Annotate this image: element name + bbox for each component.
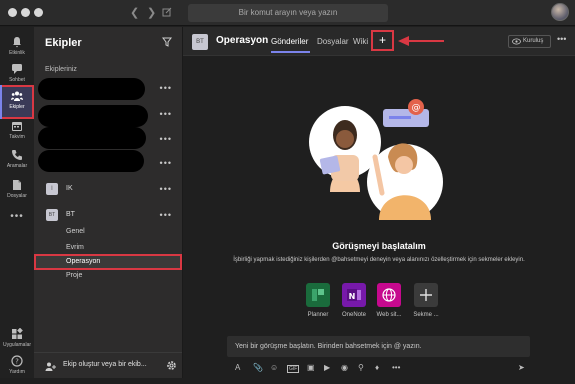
sidebar-title: Ekipler xyxy=(45,37,82,49)
welcome-illustration: @ xyxy=(309,99,443,220)
rail-item-teams[interactable]: Ekipler xyxy=(0,85,34,119)
channel-item-operasyon-selected[interactable] xyxy=(34,254,182,270)
channel-item-proje[interactable]: Proje xyxy=(66,272,82,279)
team-more-icon[interactable]: ••• xyxy=(160,158,172,168)
section-label: Ekipleriniz xyxy=(45,66,77,73)
teams-icon xyxy=(11,91,23,101)
rail-item-help[interactable]: ? Yardım xyxy=(0,350,34,384)
send-icon[interactable]: ➤ xyxy=(518,363,525,372)
rail-label: Sohbet xyxy=(9,77,25,83)
rail-item-calls[interactable]: Aramalar xyxy=(0,144,34,178)
gear-icon[interactable] xyxy=(166,360,177,371)
more-options-icon[interactable]: ••• xyxy=(392,363,400,372)
team-more-icon[interactable]: ••• xyxy=(160,83,172,93)
welcome-title: Görüşmeyi başlatalım xyxy=(332,241,426,251)
emoji-icon[interactable]: ☺ xyxy=(270,363,278,372)
praise-icon[interactable]: ♦ xyxy=(375,363,379,372)
rail-label: Ekipler xyxy=(9,104,25,110)
gif-icon[interactable]: GIF xyxy=(287,365,300,373)
team-name: BT xyxy=(66,211,75,218)
team-avatar: İ xyxy=(46,183,58,195)
more-apps-button[interactable]: ••• xyxy=(0,205,34,239)
search-input[interactable]: Bir komut arayın veya yazın xyxy=(188,4,388,22)
file-icon xyxy=(13,180,21,190)
rail-label: Dosyalar xyxy=(7,193,27,199)
eye-icon xyxy=(512,38,521,45)
chat-icon xyxy=(12,64,22,74)
svg-text:?: ? xyxy=(15,358,19,366)
stream-icon[interactable]: ◉ xyxy=(341,363,348,372)
redacted-team[interactable] xyxy=(38,78,145,100)
onenote-icon: N xyxy=(342,283,366,307)
create-team-label: Ekip oluştur veya bir ekib... xyxy=(63,361,147,368)
compose-box[interactable]: Yeni bir görüşme başlatın. Birinden bahs… xyxy=(227,336,530,357)
rail-label: Uygulamalar xyxy=(2,342,32,348)
team-more-icon[interactable]: ••• xyxy=(160,134,172,144)
bell-icon xyxy=(13,37,21,48)
help-icon: ? xyxy=(11,355,23,367)
app-label: Web sit... xyxy=(376,312,402,318)
team-name: IK xyxy=(66,185,73,192)
sticker-icon[interactable]: ▣ xyxy=(307,363,315,372)
title-bar: ❮ ❯ Bir komut arayın veya yazın xyxy=(0,0,575,26)
channel-item-evrim[interactable]: Evrim xyxy=(66,244,84,251)
app-label: Sekme ... xyxy=(413,312,439,318)
team-more-icon[interactable]: ••• xyxy=(160,184,172,194)
tab-wiki[interactable]: Wiki xyxy=(353,37,368,46)
compose-icon[interactable] xyxy=(162,7,172,17)
team-avatar: BT xyxy=(46,209,58,221)
app-label: Planner xyxy=(307,312,329,318)
close-window-button[interactable] xyxy=(8,8,17,17)
tab-posts[interactable]: Gönderiler xyxy=(271,37,308,46)
format-icon[interactable]: A xyxy=(235,363,240,372)
channel-header: BT Operasyon Gönderiler Dosyalar Wiki + … xyxy=(183,27,575,56)
minimize-window-button[interactable] xyxy=(21,8,30,17)
add-tab-button[interactable]: + xyxy=(371,30,394,51)
filter-icon[interactable] xyxy=(162,37,172,47)
redacted-team[interactable] xyxy=(38,105,148,127)
team-more-icon[interactable]: ••• xyxy=(160,210,172,220)
arrow-annotation-icon xyxy=(398,36,444,46)
rail-label: Yardım xyxy=(9,369,25,375)
attach-icon[interactable]: 📎 xyxy=(253,363,263,372)
planner-icon xyxy=(306,283,330,307)
channel-more-icon[interactable]: ••• xyxy=(557,34,566,44)
globe-icon xyxy=(377,283,401,307)
lightbulb-icon[interactable]: ⚲ xyxy=(358,363,364,372)
channel-item-genel[interactable]: Genel xyxy=(66,228,85,235)
meet-label: Kuruluş xyxy=(523,38,544,44)
more-apps-icon: ••• xyxy=(10,211,24,222)
app-rail: Etkinlik Sohbet Ekipler Takvim Aramalar … xyxy=(0,27,34,378)
join-team-icon xyxy=(45,362,56,371)
tab-files[interactable]: Dosyalar xyxy=(317,37,349,46)
calendar-icon xyxy=(12,122,22,131)
teams-sidebar: Ekipler Ekipleriniz ••• ••• ••• ••• İ IK… xyxy=(34,27,183,378)
channel-view: BT Operasyon Gönderiler Dosyalar Wiki + … xyxy=(183,27,575,378)
svg-text:N: N xyxy=(349,292,356,301)
meet-button[interactable]: Kuruluş xyxy=(508,35,551,48)
channel-title: Operasyon xyxy=(216,35,269,46)
create-team-button[interactable]: Ekip oluştur veya bir ekib... xyxy=(34,352,182,378)
phone-icon xyxy=(12,150,22,160)
svg-text:@: @ xyxy=(412,103,421,113)
channel-item-operasyon[interactable]: Operasyon xyxy=(66,258,100,265)
redacted-team[interactable] xyxy=(38,127,146,149)
back-icon[interactable]: ❮ xyxy=(130,6,139,19)
forward-icon[interactable]: ❯ xyxy=(147,6,156,19)
add-icon xyxy=(414,283,438,307)
meet-now-icon[interactable]: ▶ xyxy=(324,363,330,372)
app-label: OneNote xyxy=(341,312,366,318)
rail-label: Aramalar xyxy=(6,163,28,169)
redacted-team[interactable] xyxy=(38,150,144,172)
maximize-window-button[interactable] xyxy=(34,8,43,17)
team-more-icon[interactable]: ••• xyxy=(160,109,172,119)
avatar[interactable] xyxy=(551,3,569,21)
rail-label: Takvim xyxy=(9,134,25,140)
rail-item-files[interactable]: Dosyalar xyxy=(0,174,34,208)
channel-avatar: BT xyxy=(192,34,208,50)
welcome-subtitle: İşbirliği yapmak istediğiniz kişilerden … xyxy=(233,257,525,263)
apps-icon xyxy=(12,328,23,339)
active-tab-indicator xyxy=(271,51,310,53)
rail-label: Etkinlik xyxy=(9,50,25,56)
